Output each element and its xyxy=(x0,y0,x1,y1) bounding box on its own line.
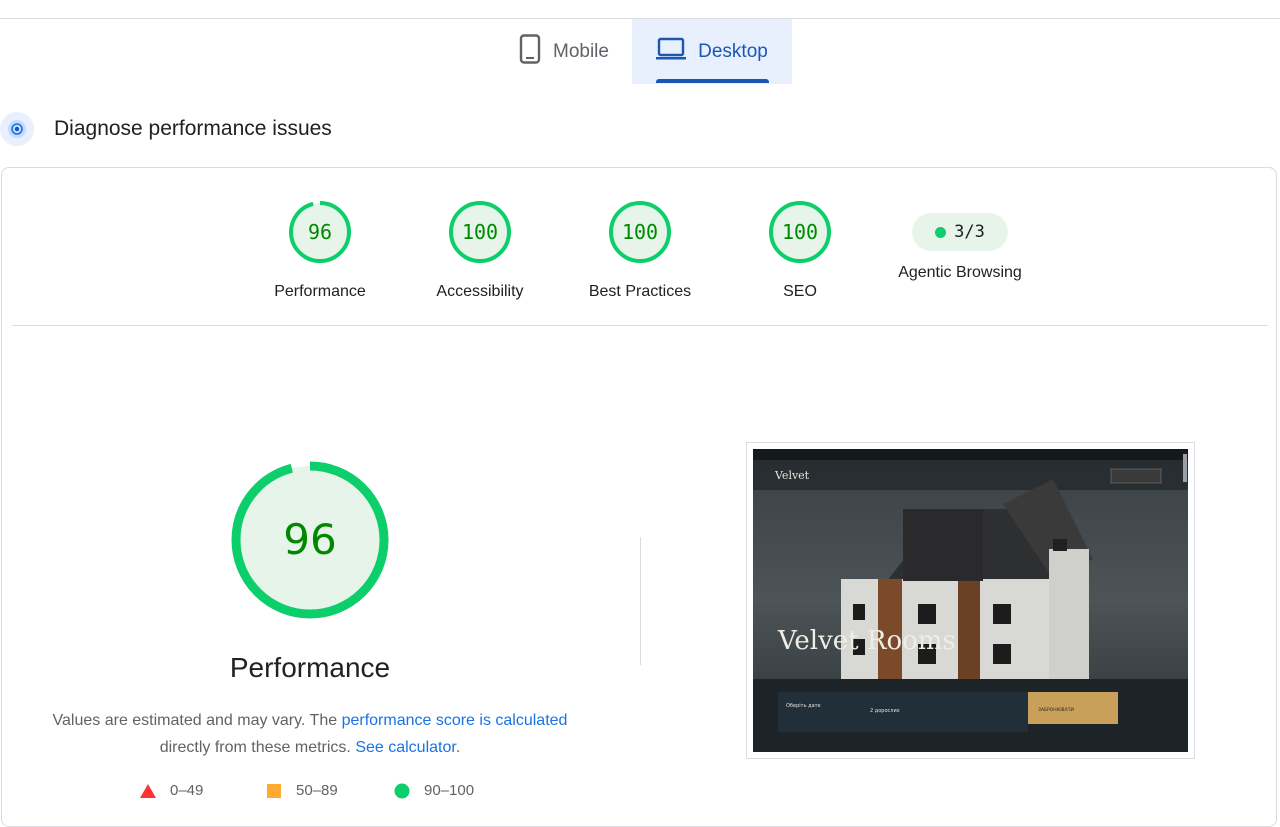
preview-guests-label: 2 дорослих xyxy=(870,708,900,714)
legend-fail-range: 0–49 xyxy=(170,782,204,799)
gauges-divider xyxy=(12,325,1268,326)
device-tabs: Mobile Desktop xyxy=(0,19,1280,84)
gauge-score: 100 xyxy=(461,220,499,244)
performance-score-large: 96 xyxy=(283,515,337,564)
desc-text: Values are estimated and may vary. The xyxy=(52,712,342,729)
performance-description: Values are estimated and may vary. The p… xyxy=(52,712,568,756)
gauge-ring: 96 xyxy=(288,200,352,264)
gauge-agentic-browsing[interactable]: 3/3 Agentic Browsing xyxy=(880,200,1040,282)
tab-desktop-label: Desktop xyxy=(698,40,768,62)
gauge-label: Agentic Browsing xyxy=(898,264,1022,281)
gauge-ring: 100 xyxy=(768,200,832,264)
green-circle-icon xyxy=(394,783,410,798)
gauge-performance[interactable]: 96 Performance xyxy=(240,200,400,301)
preview-brand: Velvet xyxy=(774,469,810,482)
laptop-icon xyxy=(656,36,687,68)
gauge-label: Performance xyxy=(274,283,366,300)
gauge-score: 100 xyxy=(781,220,819,244)
legend-average-range: 50–89 xyxy=(296,782,338,799)
preview-hero-title: Velvet Rooms xyxy=(777,626,956,656)
see-calculator-link[interactable]: See calculator xyxy=(355,739,456,756)
vertical-divider xyxy=(640,537,641,665)
preview-cta-label: ЗАБРОНЮВАТИ xyxy=(1038,707,1074,713)
performance-title: Performance xyxy=(229,652,391,683)
gauge-ring: 100 xyxy=(608,200,672,264)
agentic-pill: 3/3 xyxy=(912,213,1008,251)
tab-mobile-label: Mobile xyxy=(553,40,609,62)
mobile-phone-icon xyxy=(519,33,541,70)
score-legend: 0–49 50–89 90–100 xyxy=(140,782,560,806)
final-screenshot[interactable]: Velvet Velvet Rooms Оберіть дате 2 дорос… xyxy=(753,449,1188,752)
agentic-value: 3/3 xyxy=(954,222,985,242)
preview-booking-label: Оберіть дате xyxy=(786,703,821,709)
pass-dot-icon xyxy=(935,226,947,238)
gauge-accessibility[interactable]: 100 Accessibility xyxy=(400,200,560,301)
desc-suffix: . xyxy=(455,739,461,756)
legend-pass-range: 90–100 xyxy=(424,782,475,799)
gauge-label: Accessibility xyxy=(436,283,524,300)
gauge-seo[interactable]: 100 SEO xyxy=(720,200,880,301)
legend-pass: 90–100 xyxy=(394,782,474,799)
legend-fail: 0–49 xyxy=(140,782,203,799)
tab-mobile[interactable]: Mobile xyxy=(496,19,632,84)
gauge-ring: 100 xyxy=(448,200,512,264)
active-tab-indicator xyxy=(656,79,769,83)
tab-desktop[interactable]: Desktop xyxy=(632,19,792,84)
gauge-label: SEO xyxy=(783,283,817,300)
legend-average: 50–89 xyxy=(266,782,338,799)
gauge-score: 100 xyxy=(621,220,659,244)
gauge-best-practices[interactable]: 100 Best Practices xyxy=(560,200,720,301)
score-calculated-link[interactable]: performance score is calculated xyxy=(342,712,568,729)
red-triangle-icon xyxy=(140,783,156,798)
gauge-score: 96 xyxy=(307,220,333,244)
orange-square-icon xyxy=(267,783,281,798)
section-title: Diagnose performance issues xyxy=(54,117,332,140)
diagnose-header: Diagnose performance issues xyxy=(0,112,332,146)
gauge-label: Best Practices xyxy=(588,283,692,300)
page-preview-image: Velvet Velvet Rooms Оберіть дате 2 дорос… xyxy=(753,449,1188,752)
radar-icon xyxy=(0,112,34,146)
